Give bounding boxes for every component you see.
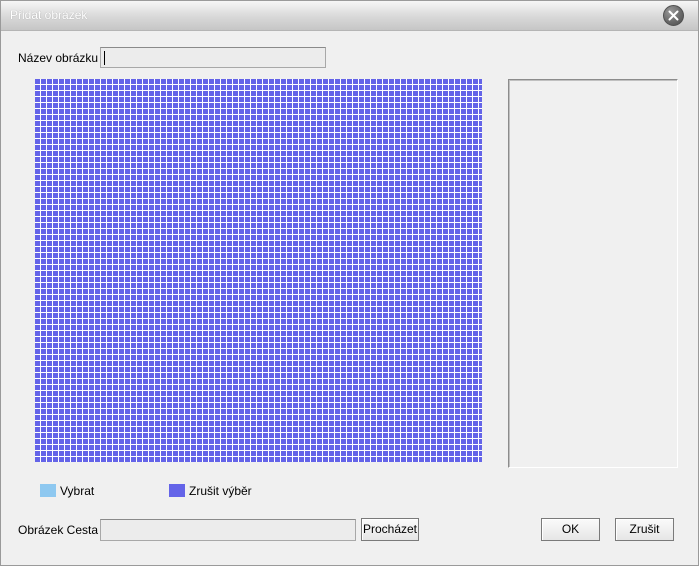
image-preview-panel [508, 79, 678, 468]
image-name-label: Název obrázku [18, 51, 99, 65]
window-title: Přidat obrázek [10, 8, 88, 22]
ok-button-label: OK [561, 522, 580, 536]
image-name-input[interactable] [100, 47, 326, 68]
browse-button-label: Procházet [362, 522, 418, 536]
deselect-legend-label: Zrušit výběr [189, 484, 252, 498]
grid-cells[interactable] [35, 79, 482, 462]
deselect-legend-swatch [169, 484, 185, 497]
cell-grid-canvas[interactable] [35, 79, 482, 462]
image-path-input[interactable] [100, 519, 356, 541]
title-bar[interactable]: Přidat obrázek [1, 1, 698, 31]
browse-button[interactable]: Procházet [361, 518, 419, 541]
text-caret [104, 51, 105, 65]
cancel-button-label: Zrušit [629, 522, 660, 536]
close-icon [668, 10, 679, 21]
close-button[interactable] [663, 5, 684, 26]
cell-grid[interactable] [35, 79, 482, 462]
cancel-button[interactable]: Zrušit [615, 518, 674, 541]
ok-button[interactable]: OK [541, 518, 600, 541]
image-path-label: Obrázek Cesta [18, 523, 99, 537]
add-image-dialog: Přidat obrázek Název obrázku Vybrat Zruš… [0, 0, 699, 566]
select-legend-swatch [40, 484, 56, 497]
select-legend-label: Vybrat [60, 484, 95, 498]
